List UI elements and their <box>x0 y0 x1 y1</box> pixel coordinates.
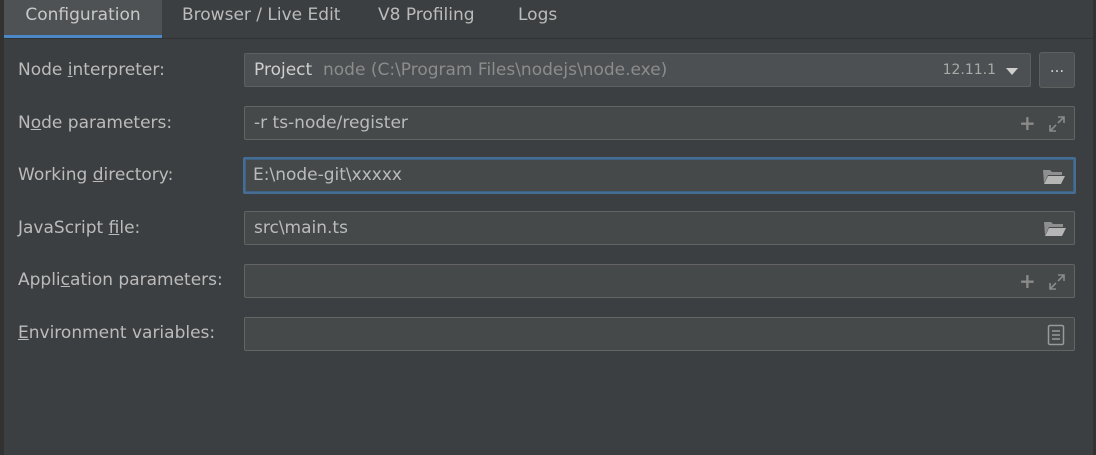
interpreter-project: Project <box>254 60 313 80</box>
interpreter-path: node (C:\Program Files\nodejs\node.exe) <box>322 60 668 80</box>
tab-label: Browser / Live Edit <box>182 5 341 25</box>
working-directory-input[interactable]: E:\node-git\xxxxx <box>243 157 1076 194</box>
node-interpreter-label: Node interpreter: <box>18 60 165 80</box>
plus-icon[interactable]: + <box>1019 113 1036 133</box>
folder-icon[interactable] <box>1042 167 1066 185</box>
environment-variables-label: Environment variables: <box>18 323 216 343</box>
left-edge <box>0 0 4 455</box>
browse-label: ... <box>1049 58 1065 76</box>
browse-interpreter-button[interactable]: ... <box>1039 52 1075 88</box>
tab-browser-live-edit[interactable]: Browser / Live Edit <box>182 0 340 38</box>
working-directory-value: E:\node-git\xxxxx <box>253 165 402 185</box>
application-parameters-label: Application parameters: <box>18 270 223 290</box>
node-interpreter-combobox[interactable]: Project node (C:\Program Files\nodejs\no… <box>244 53 1031 87</box>
expand-icon[interactable] <box>1048 115 1066 133</box>
tab-logs[interactable]: Logs <box>518 0 557 38</box>
tab-bar: Configuration Browser / Live Edit V8 Pro… <box>4 0 1093 39</box>
expand-icon[interactable] <box>1048 273 1066 291</box>
tab-v8-profiling[interactable]: V8 Profiling <box>378 0 475 38</box>
node-parameters-value: -r ts-node/register <box>254 113 408 133</box>
node-parameters-label: Node parameters: <box>18 113 173 133</box>
folder-icon[interactable] <box>1043 219 1067 237</box>
javascript-file-input[interactable]: src\main.ts <box>244 211 1075 245</box>
tab-label: V8 Profiling <box>378 5 475 25</box>
application-parameters-input[interactable]: + <box>244 264 1075 298</box>
tab-label: Configuration <box>25 5 141 25</box>
tab-configuration[interactable]: Configuration <box>4 0 162 38</box>
interpreter-version: 12.11.1 <box>942 62 996 78</box>
tab-label: Logs <box>518 5 558 25</box>
document-icon[interactable] <box>1047 324 1065 346</box>
chevron-down-icon[interactable] <box>1006 68 1018 75</box>
javascript-file-value: src\main.ts <box>254 218 348 238</box>
node-parameters-input[interactable]: -r ts-node/register + <box>244 106 1075 140</box>
javascript-file-label: JavaScript file: <box>18 218 141 238</box>
environment-variables-input[interactable] <box>244 317 1075 351</box>
node-interpreter-value: Project node (C:\Program Files\nodejs\no… <box>254 54 667 86</box>
working-directory-label: Working directory: <box>18 165 174 185</box>
plus-icon[interactable]: + <box>1019 271 1036 291</box>
